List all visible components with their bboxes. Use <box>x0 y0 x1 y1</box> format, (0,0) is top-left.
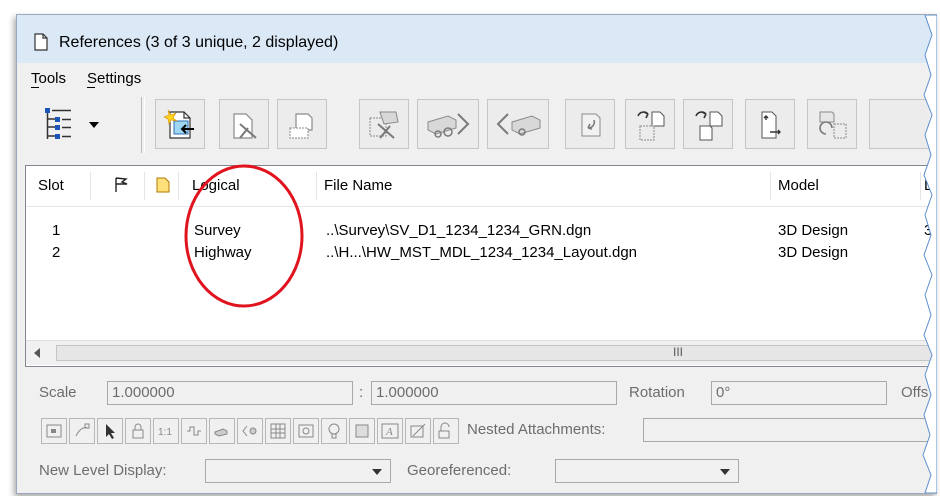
mirror-vertical-button[interactable] <box>683 99 733 149</box>
tree-view-button[interactable] <box>39 99 103 149</box>
copy-reference-icon <box>581 113 601 137</box>
rotate-reference-icon <box>496 113 541 136</box>
reference-file-icon <box>156 177 170 193</box>
exchange-reference-button[interactable] <box>359 99 409 149</box>
chevron-down-icon <box>720 469 730 475</box>
locate-toggle-button[interactable] <box>97 418 123 444</box>
detach-reference-button[interactable] <box>219 99 269 149</box>
rotate-reference-button[interactable] <box>487 99 549 149</box>
title-bar[interactable]: References (3 of 3 unique, 2 displayed) <box>17 15 937 63</box>
scale-separator: : <box>359 384 364 401</box>
annotation-ellipse <box>184 164 304 308</box>
scale-one-to-one-icon: 1:1 <box>158 427 172 438</box>
lock-doc-icon <box>132 423 144 439</box>
grid-icon <box>270 423 286 439</box>
lock-settings-button[interactable] <box>433 418 459 444</box>
treat-as-element-button[interactable] <box>125 418 151 444</box>
chevron-down-icon[interactable] <box>89 122 99 128</box>
toolbar <box>17 93 937 163</box>
display-toggle-button[interactable] <box>41 418 67 444</box>
mirror-horizontal-icon <box>637 111 665 141</box>
move-car-icon <box>214 428 228 437</box>
clip-reference-icon <box>819 111 847 139</box>
mirror-horizontal-button[interactable] <box>625 99 675 149</box>
move-settings-button[interactable] <box>209 418 235 444</box>
level-display-button[interactable] <box>181 418 207 444</box>
references-list: Slot Logical File Name Model D 1 Survey … <box>25 164 937 367</box>
scale-reference-icon <box>761 111 781 139</box>
rotation-input[interactable]: 0° <box>711 381 887 405</box>
georeferenced-label: Georeferenced: <box>407 462 512 479</box>
menu-bar: Tools Settings <box>17 63 937 93</box>
column-header-model[interactable]: Model <box>778 166 819 206</box>
scale-label: Scale <box>39 384 77 401</box>
row-2-file-name[interactable]: ..\H...\HW_MST_MDL_1234_1234_Layout.dgn <box>326 244 637 261</box>
row-1-model[interactable]: 3D Design <box>778 222 848 239</box>
attach-reference-button[interactable] <box>155 99 205 149</box>
annotation-settings-button[interactable]: A <box>377 418 403 444</box>
horizontal-scrollbar[interactable]: III <box>26 340 936 365</box>
list-header: Slot Logical File Name Model D <box>26 166 936 207</box>
column-header-slot[interactable]: Slot <box>38 166 64 206</box>
light-bulb-icon <box>328 423 340 439</box>
text-style-icon: A <box>381 423 399 439</box>
wave-icon <box>187 426 201 436</box>
copy-reference-button[interactable] <box>565 99 615 149</box>
menu-tools[interactable]: Tools <box>31 70 66 87</box>
move-reference-button[interactable] <box>417 99 479 149</box>
grid-settings-button[interactable] <box>265 418 291 444</box>
new-level-display-label: New Level Display: <box>39 462 167 479</box>
flag-icon <box>115 177 128 192</box>
window-title: References (3 of 3 unique, 2 displayed) <box>59 34 339 51</box>
ignore-icon <box>410 423 426 438</box>
mirror-vertical-icon <box>695 111 723 141</box>
scale-reference-button[interactable] <box>745 99 795 149</box>
snap-icon <box>75 423 90 437</box>
new-level-display-select[interactable] <box>205 459 391 483</box>
scroll-grip: III <box>673 345 684 359</box>
clip-settings-button[interactable] <box>349 418 375 444</box>
lights-settings-button[interactable] <box>321 418 347 444</box>
georeferenced-select[interactable] <box>555 459 739 483</box>
scale-value-1-input[interactable]: 1.000000 <box>107 381 353 405</box>
svg-text:1:1: 1:1 <box>158 427 172 438</box>
menu-settings[interactable]: Settings <box>87 70 141 87</box>
column-header-file-name[interactable]: File Name <box>324 166 392 206</box>
svg-text:A: A <box>385 426 393 438</box>
row-2-model[interactable]: 3D Design <box>778 244 848 261</box>
row-1-slot[interactable]: 1 <box>52 222 60 239</box>
rotate-car-icon <box>242 425 257 437</box>
move-reference-icon <box>427 113 470 138</box>
display-toggle-icon <box>46 424 62 438</box>
snap-toggle-button[interactable] <box>69 418 95 444</box>
chevron-down-icon <box>372 469 382 475</box>
scroll-left-icon[interactable] <box>34 348 40 358</box>
raster-settings-button[interactable] <box>293 418 319 444</box>
reload-reference-icon <box>289 113 313 139</box>
reload-reference-button[interactable] <box>277 99 327 149</box>
nested-attachments-label: Nested Attachments: <box>467 421 606 438</box>
document-icon <box>34 33 48 51</box>
scrollbar-thumb[interactable]: III <box>56 345 936 361</box>
nested-attachments-select[interactable] <box>643 418 933 442</box>
row-1-file-name[interactable]: ..\Survey\SV_D1_1234_1234_GRN.dgn <box>326 222 591 239</box>
attach-reference-icon <box>164 109 194 139</box>
exchange-reference-icon <box>369 111 399 139</box>
true-scale-button[interactable]: 1:1 <box>153 418 179 444</box>
clip-reference-button[interactable] <box>807 99 857 149</box>
ignore-attachment-button[interactable] <box>405 418 431 444</box>
rotation-label: Rotation <box>629 384 685 401</box>
rotate-settings-button[interactable] <box>237 418 263 444</box>
lock-icon <box>438 422 450 439</box>
row-2-slot[interactable]: 2 <box>52 244 60 261</box>
references-dialog: References (3 of 3 unique, 2 displayed) … <box>16 14 937 494</box>
scale-value-2-input[interactable]: 1.000000 <box>371 381 617 405</box>
torn-edge <box>922 15 937 493</box>
cursor-icon <box>106 424 115 439</box>
clip-icon <box>355 424 369 438</box>
raster-icon <box>298 424 314 438</box>
tree-view-icon <box>45 108 71 139</box>
detach-reference-icon <box>233 113 257 139</box>
